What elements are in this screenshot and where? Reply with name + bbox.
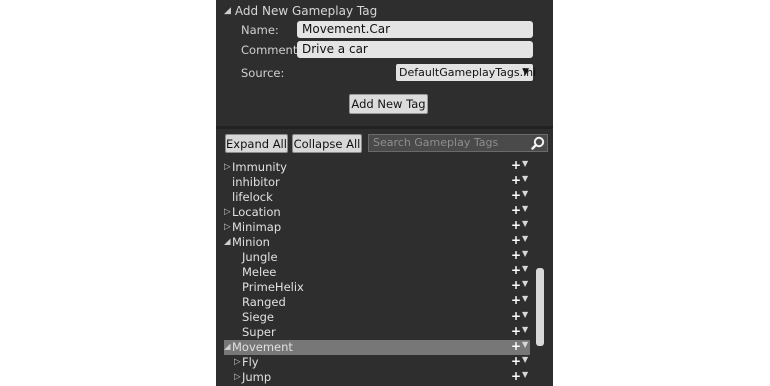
name-field[interactable]: Movement.Car bbox=[297, 21, 533, 38]
tag-label: lifelock bbox=[232, 189, 273, 204]
add-subtag-icon[interactable]: + bbox=[511, 173, 521, 187]
tag-menu-chevron-icon[interactable]: ▼ bbox=[522, 159, 528, 168]
tag-row[interactable]: Jungle + ▼ bbox=[224, 248, 530, 264]
add-subtag-icon[interactable]: + bbox=[511, 248, 521, 262]
tag-menu-chevron-icon[interactable]: ▼ bbox=[522, 310, 528, 319]
add-new-tag-button[interactable]: Add New Tag bbox=[349, 94, 428, 114]
tag-label: Fly bbox=[242, 355, 259, 370]
tag-menu-chevron-icon[interactable]: ▼ bbox=[522, 294, 528, 303]
scrollbar-thumb[interactable] bbox=[536, 268, 544, 346]
collapse-all-button[interactable]: Collapse All bbox=[292, 134, 362, 153]
add-subtag-icon[interactable]: + bbox=[511, 309, 521, 323]
tag-label: Jump bbox=[242, 370, 272, 385]
add-subtag-icon[interactable]: + bbox=[511, 263, 521, 277]
tag-label: Siege bbox=[242, 310, 274, 324]
expand-arrow-icon[interactable]: ▷ bbox=[234, 357, 242, 367]
tag-label: Minimap bbox=[232, 219, 282, 234]
comment-field[interactable]: Drive a car bbox=[297, 41, 533, 58]
tag-menu-chevron-icon[interactable]: ▼ bbox=[522, 174, 528, 183]
add-tag-section-header[interactable]: ◢ Add New Gameplay Tag bbox=[224, 3, 377, 19]
add-subtag-icon[interactable]: + bbox=[511, 293, 521, 307]
add-subtag-icon[interactable]: + bbox=[511, 188, 521, 202]
tag-menu-chevron-icon[interactable]: ▼ bbox=[522, 340, 528, 349]
expand-arrow-icon[interactable]: ▷ bbox=[224, 207, 232, 217]
tag-label: Minion bbox=[232, 234, 270, 249]
expand-arrow-icon[interactable]: ▷ bbox=[224, 162, 232, 172]
tag-row[interactable]: inhibitor + ▼ bbox=[224, 173, 530, 189]
tag-row[interactable]: Super + ▼ bbox=[224, 324, 530, 340]
add-tag-section-title: Add New Gameplay Tag bbox=[234, 4, 378, 18]
add-subtag-icon[interactable]: + bbox=[511, 278, 521, 292]
add-subtag-icon[interactable]: + bbox=[511, 233, 521, 247]
tag-label: Movement bbox=[232, 340, 293, 355]
tag-label: Jungle bbox=[242, 249, 278, 264]
tag-label: Location bbox=[232, 204, 281, 219]
tag-menu-chevron-icon[interactable]: ▼ bbox=[522, 234, 528, 243]
add-subtag-icon[interactable]: + bbox=[511, 354, 521, 368]
tag-menu-chevron-icon[interactable]: ▼ bbox=[522, 219, 528, 228]
tag-tree: ▷ Immunity + ▼ inhibitor + ▼ lifelock + ▼ ▷ Locatio… bbox=[224, 158, 544, 386]
tag-row[interactable]: PrimeHelix + ▼ bbox=[224, 278, 530, 294]
tag-row[interactable]: Siege + ▼ bbox=[224, 309, 530, 325]
add-subtag-icon[interactable]: + bbox=[511, 369, 521, 383]
search-placeholder: Search Gameplay Tags bbox=[373, 136, 499, 149]
tag-menu-chevron-icon[interactable]: ▼ bbox=[522, 279, 528, 288]
tag-menu-chevron-icon[interactable]: ▼ bbox=[522, 189, 528, 198]
tag-row[interactable]: ▷ Immunity + ▼ bbox=[224, 158, 530, 174]
add-subtag-icon[interactable]: + bbox=[511, 158, 521, 172]
add-subtag-icon[interactable]: + bbox=[511, 203, 521, 217]
tag-label: Ranged bbox=[242, 294, 286, 309]
search-tags-input[interactable]: Search Gameplay Tags bbox=[368, 134, 548, 152]
tag-row[interactable]: Melee + ▼ bbox=[224, 263, 530, 279]
section-divider bbox=[216, 126, 553, 129]
add-subtag-icon[interactable]: + bbox=[511, 339, 521, 353]
expand-arrow-icon[interactable]: ▷ bbox=[234, 372, 242, 382]
chevron-down-icon: ▼ bbox=[522, 67, 529, 77]
tag-row[interactable]: lifelock + ▼ bbox=[224, 188, 530, 204]
source-dropdown[interactable]: DefaultGameplayTags.ini ▼ bbox=[396, 64, 537, 81]
tag-menu-chevron-icon[interactable]: ▼ bbox=[522, 204, 528, 213]
tag-label: Immunity bbox=[232, 159, 287, 174]
search-icon[interactable] bbox=[531, 136, 545, 150]
expand-all-button[interactable]: Expand All bbox=[225, 134, 288, 153]
tag-menu-chevron-icon[interactable]: ▼ bbox=[522, 370, 528, 379]
tag-label: Super bbox=[242, 325, 276, 340]
tag-row[interactable]: ▷ Minimap + ▼ bbox=[224, 218, 530, 234]
tag-label: PrimeHelix bbox=[242, 279, 304, 294]
collapse-arrow-icon[interactable]: ◢ bbox=[224, 342, 232, 352]
tag-label: inhibitor bbox=[232, 174, 280, 189]
tag-row[interactable]: ▷ Location + ▼ bbox=[224, 203, 530, 219]
tag-row[interactable]: ◢ Movement + ▼ bbox=[224, 339, 530, 355]
expand-arrow-icon[interactable]: ▷ bbox=[224, 222, 232, 232]
tag-row[interactable]: ◢ Minion + ▼ bbox=[224, 233, 530, 249]
tag-row[interactable]: Ranged + ▼ bbox=[224, 293, 530, 309]
collapse-arrow-icon[interactable]: ◢ bbox=[224, 237, 232, 247]
name-label: Name: bbox=[241, 23, 279, 37]
tag-menu-chevron-icon[interactable]: ▼ bbox=[522, 264, 528, 273]
tag-row[interactable]: ▷ Jump + ▼ bbox=[224, 369, 530, 385]
source-dropdown-value: DefaultGameplayTags.ini bbox=[399, 66, 537, 79]
tag-menu-chevron-icon[interactable]: ▼ bbox=[522, 249, 528, 258]
gameplay-tags-panel: ◢ Add New Gameplay Tag Name: Movement.Ca… bbox=[216, 0, 553, 386]
tag-menu-chevron-icon[interactable]: ▼ bbox=[522, 325, 528, 334]
source-label: Source: bbox=[241, 66, 285, 80]
add-subtag-icon[interactable]: + bbox=[511, 324, 521, 338]
add-subtag-icon[interactable]: + bbox=[511, 218, 521, 232]
tag-row[interactable]: ▷ Fly + ▼ bbox=[224, 354, 530, 370]
tag-menu-chevron-icon[interactable]: ▼ bbox=[522, 355, 528, 364]
comment-label: Comment: bbox=[241, 43, 302, 57]
tag-label: Melee bbox=[242, 264, 277, 279]
collapse-triangle-icon: ◢ bbox=[224, 6, 231, 16]
